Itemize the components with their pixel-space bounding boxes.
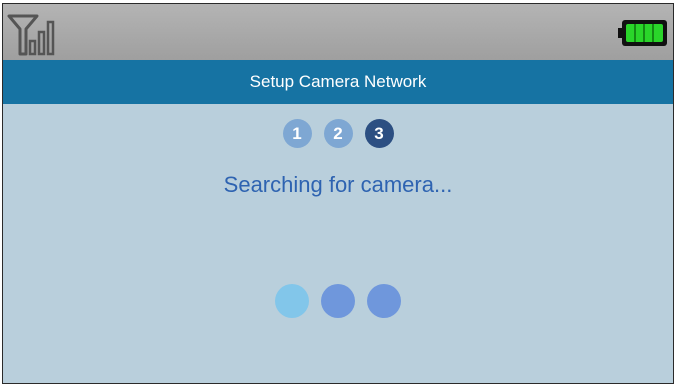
loading-dot-2 <box>321 284 355 318</box>
title-bar: Setup Camera Network <box>3 60 673 104</box>
page-title: Setup Camera Network <box>249 72 427 91</box>
status-bar <box>3 4 673 60</box>
step-3: 3 <box>364 119 394 148</box>
step-1: 1 <box>282 119 312 148</box>
step-indicator: 1 2 3 <box>3 119 673 148</box>
loading-dot-1 <box>275 284 309 318</box>
main-content: 1 2 3 Searching for camera... <box>3 104 673 383</box>
loading-dot-3 <box>367 284 401 318</box>
status-message: Searching for camera... <box>223 172 453 197</box>
battery-icon <box>618 20 667 46</box>
step-2: 2 <box>323 119 353 148</box>
loading-indicator <box>3 284 673 318</box>
signal-icon <box>7 14 55 56</box>
device-screen: Setup Camera Network 1 2 3 Searching for… <box>2 3 674 384</box>
